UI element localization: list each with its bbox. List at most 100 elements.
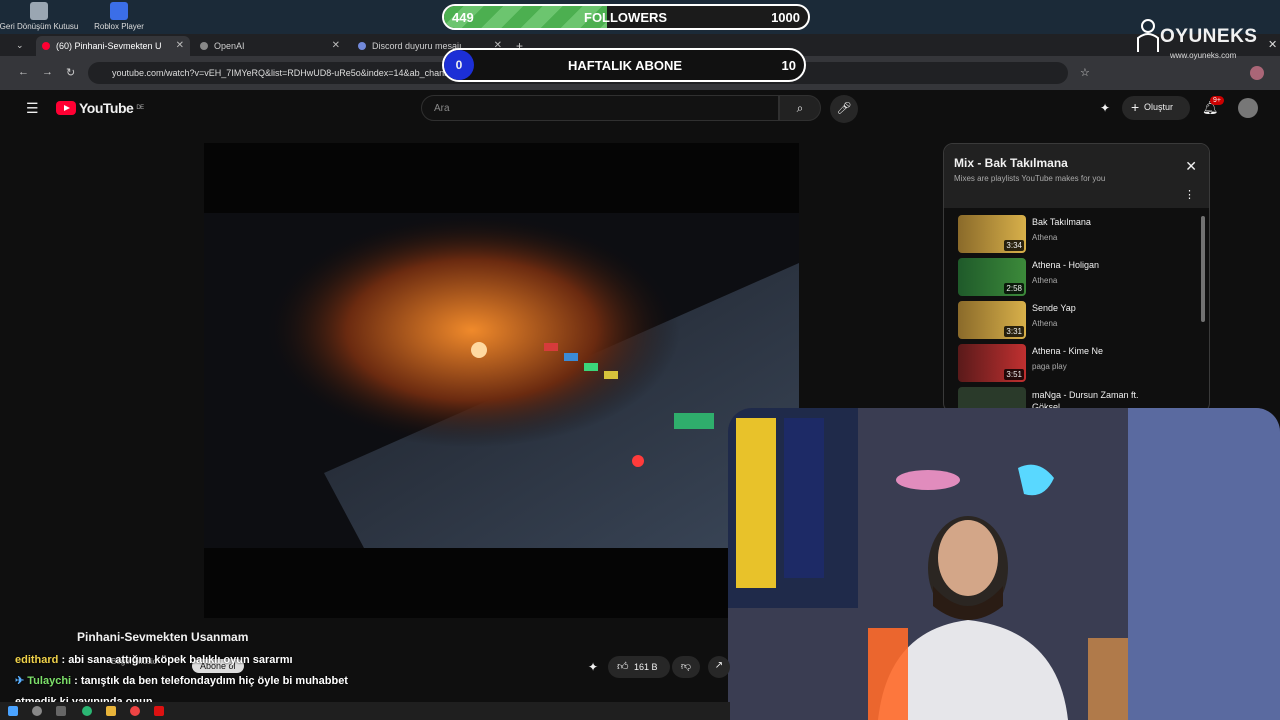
thumbs-up-icon: 👍︎ [617, 661, 629, 673]
item-title: Athena - Kime Ne [1032, 346, 1104, 356]
edge-icon[interactable] [82, 706, 92, 716]
video-thumbnail: 3:51 [958, 344, 1026, 382]
item-channel: Athena [1032, 319, 1058, 328]
roblox-icon [110, 2, 128, 20]
gemini-icon[interactable]: ✦ [1100, 101, 1110, 115]
window-close-icon[interactable]: ✕ [1268, 38, 1277, 51]
tab-openai[interactable]: OpenAI ✕ [194, 36, 346, 56]
chat-username: Tulaychi [27, 675, 72, 687]
tab-label: OpenAI [214, 41, 245, 51]
tab-list-button[interactable]: ⌄ [10, 36, 30, 56]
profile-avatar[interactable] [1250, 66, 1264, 80]
youtube-logo[interactable]: YouTube DE [56, 100, 144, 116]
region-code: DE [136, 105, 144, 111]
oyuneks-brand: OYUNEKS www.oyuneks.com [1134, 16, 1264, 64]
tab-label: Discord duyuru mesajı [372, 41, 462, 51]
thumbs-down-icon: 👎︎ [680, 661, 692, 672]
chat-badge-icon: ✈ [15, 675, 25, 687]
notifications-bell-icon[interactable]: 🔔︎ 9+ [1202, 96, 1224, 116]
search-icon: ⌕ [796, 101, 804, 115]
taskbar-search-icon[interactable] [32, 706, 42, 716]
like-button[interactable]: 👍︎ 161 B [608, 656, 670, 678]
item-title: Athena - Holigan [1032, 260, 1100, 270]
hamburger-menu-icon[interactable]: ☰ [26, 100, 39, 117]
duration-badge: 3:34 [1004, 240, 1024, 251]
duration-badge: 3:51 [1004, 369, 1024, 380]
notification-count-badge: 9+ [1210, 96, 1224, 105]
playlist-title: Mix - Bak Takılmana [954, 156, 1068, 170]
voice-search-button[interactable]: 🎤︎ [830, 95, 858, 123]
brand-site: www.oyuneks.com [1170, 51, 1237, 60]
file-explorer-icon[interactable] [106, 706, 116, 716]
create-label: Oluştur [1144, 102, 1174, 112]
followers-current: 449 [452, 10, 474, 25]
forward-icon[interactable]: → [42, 66, 53, 78]
item-title: Sende Yap [1032, 303, 1076, 313]
search-button[interactable]: ⌕ [779, 95, 821, 121]
close-tab-icon[interactable]: ✕ [332, 40, 340, 51]
youtube-logo-text: YouTube [79, 100, 134, 116]
mix-playlist-panel: Mix - Bak Takılmana Mixes are playlists … [943, 143, 1210, 413]
weekly-label: HAFTALIK ABONE [568, 58, 683, 73]
chat-text: : abi sana attığım köpek balıklı oyun sa… [61, 654, 293, 666]
video-player[interactable] [204, 143, 799, 618]
weekly-goal: 10 [781, 58, 796, 73]
item-channel: Athena [1032, 276, 1058, 285]
streamer-webcam-image [728, 408, 1280, 720]
followers-label: FOLLOWERS [584, 10, 668, 25]
close-playlist-icon[interactable]: ✕ [1185, 158, 1197, 175]
bookmark-star-icon[interactable]: ☆ [1080, 66, 1090, 79]
start-icon[interactable] [8, 706, 18, 716]
roblox-label: Roblox Player [94, 22, 144, 31]
chat-username: edithard [15, 654, 59, 666]
share-icon: ↗ [714, 660, 724, 671]
recycle-bin-label: Geri Dönüşüm Kutusu [0, 22, 79, 31]
weekly-current: 0 [444, 50, 474, 80]
more-options-icon[interactable]: ⋮ [1184, 188, 1195, 201]
search-input[interactable]: Ara [421, 95, 779, 121]
reload-icon[interactable]: ↻ [66, 66, 75, 79]
playlist-item[interactable]: 3:34 Bak Takılmana Athena [958, 215, 1198, 253]
chat-text: : tanıştık da ben telefondaydım hiç öyle… [74, 675, 348, 687]
account-avatar[interactable] [1238, 98, 1258, 118]
followers-goal-bar: 449 FOLLOWERS 1000 [442, 4, 810, 30]
recycle-bin-shortcut[interactable]: Geri Dönüşüm Kutusu [0, 2, 84, 31]
brand-name: OYUNEKS [1160, 26, 1258, 47]
windows-taskbar [0, 702, 730, 720]
chrome-icon[interactable] [130, 706, 140, 716]
followers-goal: 1000 [771, 10, 800, 25]
youtube-play-icon [56, 101, 76, 115]
youtube-favicon-icon [42, 42, 50, 50]
item-title: Bak Takılmana [1032, 217, 1091, 227]
playlist-item[interactable]: 3:51 Athena - Kime Ne paga play [958, 344, 1198, 382]
playlist-scrollbar[interactable] [1201, 216, 1205, 322]
webcam-overlay [728, 408, 1280, 720]
playlist-item[interactable]: 3:31 Sende Yap Athena [958, 301, 1198, 339]
close-tab-icon[interactable]: ✕ [176, 40, 184, 51]
item-channel: paga play [1032, 362, 1067, 371]
task-view-icon[interactable] [56, 706, 66, 716]
item-channel: Athena [1032, 233, 1058, 242]
discord-favicon-icon [358, 42, 366, 50]
weekly-subscriber-goal-bar: 0 HAFTALIK ABONE 10 [442, 48, 806, 82]
video-thumbnail: 3:34 [958, 215, 1026, 253]
dislike-button[interactable]: 👎︎ [672, 656, 700, 678]
tab-youtube[interactable]: (60) Pinhani-Sevmekten U ✕ [36, 36, 190, 56]
oyuneks-logo-icon [1137, 19, 1159, 52]
like-count: 161 B [634, 662, 658, 672]
youtube-header: ☰ YouTube DE Ara ⌕ 🎤︎ ✦ Oluştur 🔔︎ 9+ [0, 90, 1280, 128]
playlist-header: Mix - Bak Takılmana Mixes are playlists … [944, 144, 1209, 208]
recycle-bin-icon [30, 2, 48, 20]
share-button[interactable]: ↗ [708, 656, 730, 678]
duration-badge: 3:31 [1004, 326, 1024, 337]
openai-favicon-icon [200, 42, 208, 50]
roblox-shortcut[interactable]: Roblox Player [74, 2, 164, 31]
create-button[interactable]: Oluştur [1122, 96, 1190, 120]
duration-badge: 2:58 [1004, 283, 1024, 294]
gemini-ask-icon[interactable]: ✦ [588, 660, 598, 674]
back-icon[interactable]: ← [18, 66, 29, 78]
tab-label: (60) Pinhani-Sevmekten U [56, 41, 162, 51]
playlist-item[interactable]: 2:58 Athena - Holigan Athena [958, 258, 1198, 296]
app-icon[interactable] [154, 706, 164, 716]
video-frame-mixing-console [204, 143, 799, 618]
